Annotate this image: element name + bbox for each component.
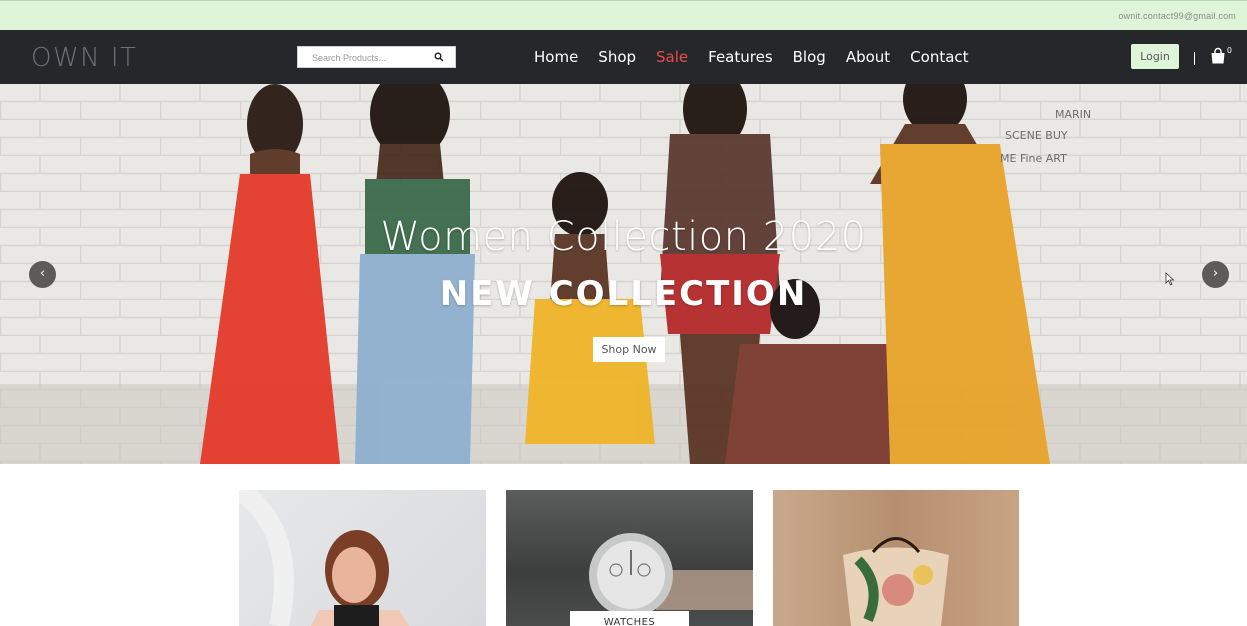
category-card-bags[interactable]: [773, 490, 1019, 626]
hero-slider: MARIN SCENE BUY ME Fine ART Women Collec…: [0, 84, 1247, 464]
category-card-watches[interactable]: WATCHES: [506, 490, 753, 626]
svg-text:MARIN: MARIN: [1055, 108, 1091, 121]
nav-divider: [1194, 52, 1195, 65]
hero-title: Women Collection 2020: [380, 214, 867, 260]
chevron-left-icon: ‹: [39, 266, 46, 281]
category-card-women[interactable]: [239, 490, 486, 626]
site-logo[interactable]: OWN IT: [31, 43, 137, 73]
category-label[interactable]: WATCHES: [570, 611, 689, 626]
menu-item-sale[interactable]: Sale: [656, 48, 688, 66]
svg-text:ME Fine ART: ME Fine ART: [1000, 152, 1067, 165]
shop-now-button[interactable]: Shop Now: [593, 337, 665, 362]
category-image-women: [239, 490, 409, 626]
slider-prev-button[interactable]: ‹: [29, 261, 56, 288]
menu-item-home[interactable]: Home: [534, 48, 578, 66]
menu-item-about[interactable]: About: [846, 48, 890, 66]
menu-item-contact[interactable]: Contact: [910, 48, 968, 66]
category-image-watches: [589, 533, 753, 617]
menu-item-features[interactable]: Features: [708, 48, 773, 66]
search-box: [297, 46, 456, 68]
contact-email[interactable]: ownit.contact99@gmail.com: [1118, 11, 1236, 21]
top-info-bar: ownit.contact99@gmail.com: [0, 0, 1247, 30]
slider-next-button[interactable]: ›: [1202, 261, 1229, 288]
hero-subtitle: NEW COLLECTION: [439, 274, 808, 314]
cart-button[interactable]: 0: [1209, 46, 1232, 67]
menu-item-blog[interactable]: Blog: [793, 48, 826, 66]
search-input[interactable]: [312, 51, 422, 64]
cart-count-badge: 0: [1226, 46, 1232, 55]
login-button[interactable]: Login: [1131, 44, 1179, 69]
search-icon[interactable]: [434, 52, 444, 62]
category-image-bags: [843, 537, 949, 626]
shopping-bag-icon: [1211, 47, 1225, 64]
chevron-right-icon: ›: [1212, 266, 1219, 281]
main-menu: Home Shop Sale Features Blog About Conta…: [534, 48, 989, 66]
svg-text:SCENE BUY: SCENE BUY: [1005, 129, 1068, 142]
menu-item-shop[interactable]: Shop: [598, 48, 636, 66]
main-navbar: OWN IT Home Shop Sale Features Blog Abou…: [0, 30, 1247, 84]
mouse-cursor-icon: [1165, 272, 1175, 286]
